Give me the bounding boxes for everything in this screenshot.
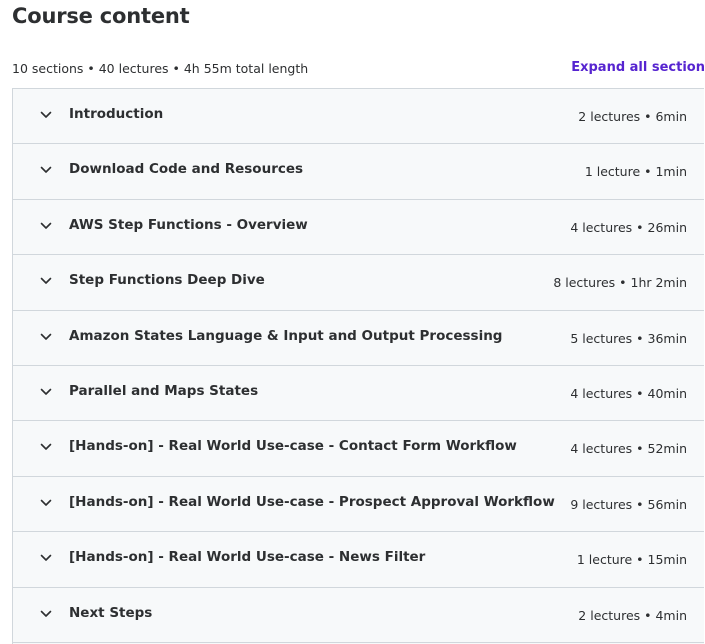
section-title: Next Steps — [69, 604, 153, 621]
section-title: Amazon States Language & Input and Outpu… — [69, 327, 503, 344]
chevron-down-icon — [40, 111, 52, 118]
section-row[interactable]: Parallel and Maps States 4 lectures • 40… — [13, 365, 704, 422]
page-title: Course content — [12, 4, 190, 28]
section-row[interactable]: AWS Step Functions - Overview 4 lectures… — [13, 199, 704, 256]
section-title: Download Code and Resources — [69, 161, 304, 178]
section-title: Parallel and Maps States — [69, 382, 259, 399]
section-meta: 2 lectures • 6min — [578, 109, 687, 124]
chevron-down-icon — [40, 499, 52, 506]
section-row[interactable]: Step Functions Deep Dive 8 lectures • 1h… — [13, 255, 704, 311]
section-meta: 1 lecture • 1min — [584, 164, 687, 180]
chevron-down-icon — [40, 333, 52, 340]
section-title: [Hands-on] - Real World Use-case - News … — [69, 549, 426, 566]
section-list: Introduction 2 lectures • 6min Download … — [12, 88, 704, 644]
course-summary: 10 sections • 40 lectures • 4h 55m total… — [12, 61, 309, 76]
chevron-down-icon — [40, 167, 52, 174]
chevron-down-icon — [40, 610, 52, 617]
chevron-down-icon — [40, 444, 52, 451]
course-summary-bar: 10 sections • 40 lectures • 4h 55m total… — [12, 60, 705, 78]
section-meta: 9 lectures • 56min — [570, 496, 687, 512]
section-row[interactable]: [Hands-on] - Real World Use-case - Conta… — [13, 421, 704, 477]
section-title: Introduction — [69, 106, 164, 122]
section-meta: 2 lectures • 4min — [578, 607, 687, 623]
section-row[interactable]: Download Code and Resources 1 lecture • … — [13, 144, 704, 200]
chevron-down-icon — [40, 277, 52, 284]
section-title: Step Functions Deep Dive — [69, 272, 265, 289]
section-meta: 4 lectures • 40min — [570, 385, 687, 401]
section-row[interactable]: Next Steps 2 lectures • 4min — [13, 587, 704, 643]
section-title: [Hands-on] - Real World Use-case - Prosp… — [69, 493, 555, 510]
expand-all-sections-button[interactable]: Expand all section — [571, 60, 705, 75]
section-meta: 1 lecture • 15min — [576, 552, 687, 568]
section-title: AWS Step Functions - Overview — [69, 216, 308, 233]
section-meta: 5 lectures • 36min — [570, 330, 687, 346]
section-meta: 4 lectures • 26min — [570, 219, 687, 235]
section-meta: 8 lectures • 1hr 2min — [553, 275, 687, 291]
section-row[interactable]: Amazon States Language & Input and Outpu… — [13, 310, 704, 366]
chevron-down-icon — [40, 554, 52, 561]
section-title: [Hands-on] - Real World Use-case - Conta… — [69, 438, 517, 455]
chevron-down-icon — [40, 388, 52, 395]
section-row[interactable]: Introduction 2 lectures • 6min — [13, 89, 704, 145]
section-meta: 4 lectures • 52min — [570, 441, 687, 457]
chevron-down-icon — [40, 222, 52, 229]
section-row[interactable]: [Hands-on] - Real World Use-case - News … — [13, 532, 704, 588]
section-row[interactable]: [Hands-on] - Real World Use-case - Prosp… — [13, 476, 704, 533]
